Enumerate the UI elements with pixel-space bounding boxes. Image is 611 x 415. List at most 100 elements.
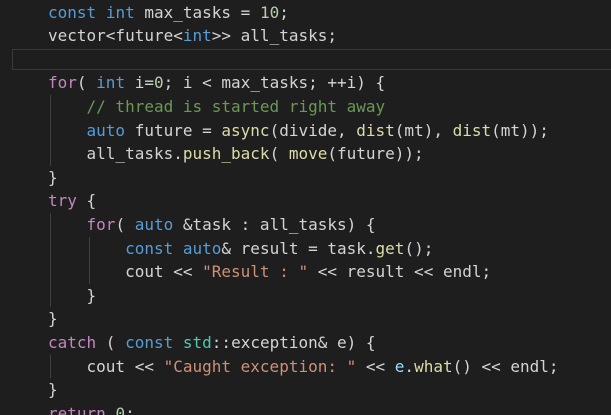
code-token: ( <box>269 144 289 164</box>
code-line-content: try { <box>48 189 96 213</box>
indent-guide <box>89 236 90 284</box>
code-token: "Caught exception: " <box>163 356 357 376</box>
code-token: } <box>48 380 58 400</box>
code-line[interactable]: auto future = async(divide, dist(mt), di… <box>0 119 611 143</box>
code-line[interactable]: all_tasks.push_back( move(future)); <box>0 142 611 166</box>
code-token: (future)); <box>327 144 424 164</box>
code-token: auto <box>134 214 174 234</box>
code-line-content: for( auto &task : all_tasks) { <box>48 213 376 237</box>
indent-guide <box>50 212 51 308</box>
code-line[interactable]: } <box>0 378 611 402</box>
code-token: } <box>48 285 97 305</box>
code-line[interactable]: const auto& result = task.get(); <box>0 237 611 261</box>
code-line-content: auto future = async(divide, dist(mt), di… <box>48 119 549 143</box>
code-line-content: } <box>48 284 97 308</box>
code-token: const <box>48 2 97 22</box>
code-token: i= <box>125 73 154 93</box>
code-line[interactable]: } <box>0 166 611 190</box>
code-token: >> all_tasks; <box>211 26 337 46</box>
code-token: 0 <box>153 73 164 93</box>
code-token: auto <box>182 238 222 258</box>
code-line[interactable]: for( auto &task : all_tasks) { <box>0 213 611 237</box>
code-line[interactable]: cout << "Result : " << result << endl; <box>0 260 611 284</box>
code-token: () << endl; <box>452 356 559 376</box>
code-token: ( <box>115 214 135 234</box>
code-token: << <box>356 356 395 376</box>
code-line[interactable]: // thread is started right away <box>0 95 611 119</box>
code-line[interactable]: return 0; <box>0 402 611 415</box>
code-token: return <box>48 403 106 415</box>
code-token: for <box>86 214 116 234</box>
code-line[interactable]: catch ( const std::exception& e) { <box>0 331 611 355</box>
code-line-content: } <box>48 166 58 190</box>
code-line-content: for( int i=0; i < max_tasks; ++i) { <box>48 71 385 95</box>
code-line[interactable]: cout << "Caught exception: " << e.what()… <box>0 355 611 379</box>
code-token: move <box>288 144 328 164</box>
code-line-content: all_tasks.push_back( move(future)); <box>48 142 424 166</box>
code-token: ::exception& e) { <box>211 332 376 352</box>
code-token: 10 <box>259 2 280 22</box>
code-token: dist <box>452 120 492 140</box>
code-line[interactable]: vector<future<int>> all_tasks; <box>0 24 611 48</box>
indent-guide <box>50 94 51 166</box>
code-token: std <box>182 332 212 352</box>
code-token: cout << <box>48 356 164 376</box>
code-token: ; <box>279 2 289 22</box>
code-line-content: } <box>48 378 58 402</box>
code-line-content: catch ( const std::exception& e) { <box>48 331 376 355</box>
code-token: &task : all_tasks) { <box>173 214 376 234</box>
code-token: int <box>96 73 126 93</box>
code-token: dist <box>356 120 395 140</box>
code-token: all_tasks. <box>48 144 183 164</box>
code-token: & result = task. <box>221 238 376 258</box>
code-line-content: // thread is started right away <box>48 95 386 119</box>
code-line-content: cout << "Caught exception: " << e.what()… <box>48 355 559 379</box>
code-line[interactable]: for( int i=0; i < max_tasks; ++i) { <box>0 71 611 95</box>
code-token: (divide, <box>269 120 357 140</box>
code-token: (mt), <box>394 120 453 140</box>
code-line[interactable]: try { <box>0 189 611 213</box>
code-token: } <box>48 309 58 329</box>
code-token: (mt)); <box>491 120 549 140</box>
code-token: what <box>414 356 453 376</box>
code-token: { <box>76 191 97 211</box>
code-line-content: const auto& result = task.get(); <box>48 237 433 261</box>
code-token: future = <box>125 120 222 140</box>
code-token: try <box>48 191 77 211</box>
code-token: vector<future< <box>48 26 183 46</box>
code-token: async <box>221 120 270 140</box>
code-line[interactable]: } <box>0 307 611 331</box>
code-line-content: const int max_tasks = 10; <box>48 1 289 25</box>
code-token: ; i < max_tasks; ++i) { <box>163 73 386 93</box>
code-token: (); <box>404 238 434 258</box>
code-line-content: return 0; <box>48 402 135 415</box>
code-token: ( <box>96 332 126 352</box>
code-token: for <box>48 73 77 93</box>
code-line-content: cout << "Result : " << result << endl; <box>48 260 491 284</box>
code-token: catch <box>48 332 97 352</box>
code-token: get <box>375 238 405 258</box>
code-token: int <box>182 26 212 46</box>
code-editor[interactable]: const int max_tasks = 10; vector<future<i… <box>0 0 611 415</box>
code-line[interactable] <box>0 48 611 72</box>
indent-guide <box>50 354 51 379</box>
code-token: << result << endl; <box>308 262 492 282</box>
code-token: const <box>125 238 174 258</box>
code-token: int <box>105 2 135 22</box>
code-token: max_tasks = <box>134 2 260 22</box>
code-token: } <box>48 167 58 187</box>
code-line-content: } <box>48 307 58 331</box>
code-line[interactable]: const int max_tasks = 10; <box>0 1 611 25</box>
code-token: auto <box>86 120 126 140</box>
code-token: cout << <box>48 262 203 282</box>
code-line[interactable]: } <box>0 284 611 308</box>
code-token: "Result : " <box>202 262 309 282</box>
code-token: const <box>125 332 174 352</box>
